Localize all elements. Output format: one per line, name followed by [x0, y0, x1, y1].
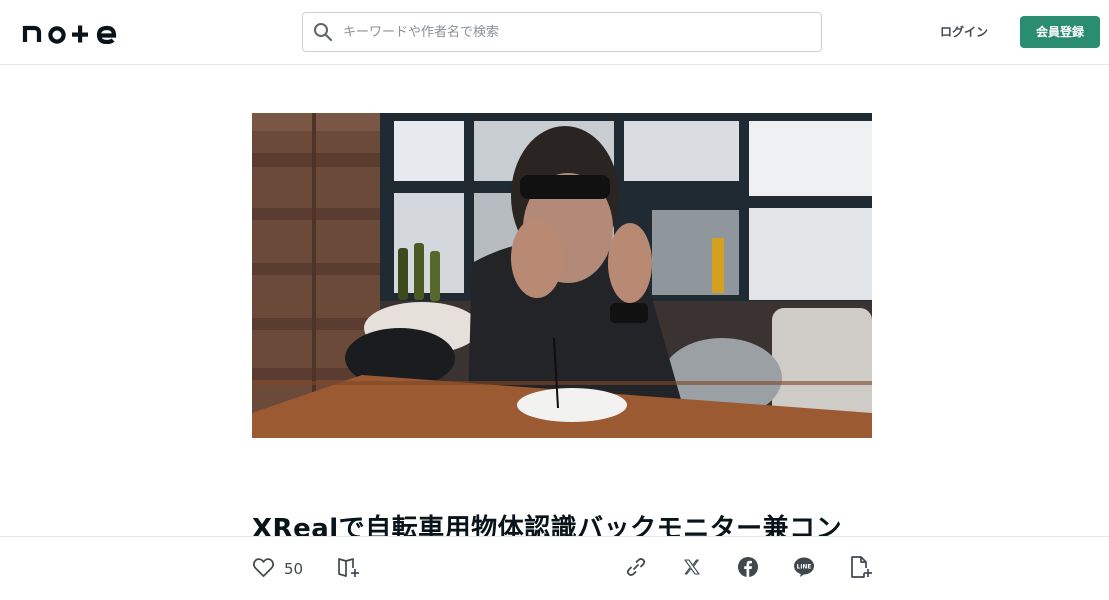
- magazine-add-icon: [337, 556, 361, 582]
- like-button[interactable]: 50: [252, 557, 303, 581]
- article-header-image: [252, 113, 872, 438]
- like-count: 50: [284, 560, 304, 578]
- facebook-icon: [737, 556, 759, 582]
- link-icon: [625, 556, 647, 582]
- note-logo-mark: [22, 25, 117, 44]
- site-header: ログイン 会員登録: [0, 0, 1109, 65]
- share-x-button[interactable]: [683, 557, 701, 581]
- line-icon: LINE: [793, 556, 815, 582]
- copy-link-button[interactable]: [625, 557, 647, 581]
- article-title-wrap: XRealで自転車用物体認識バックモニター兼コン: [252, 512, 872, 536]
- x-icon: [683, 558, 701, 580]
- search-box[interactable]: [302, 12, 822, 52]
- heart-icon: [252, 557, 275, 582]
- memo-add-button[interactable]: [850, 555, 872, 583]
- svg-text:LINE: LINE: [797, 564, 812, 570]
- search-input[interactable]: [343, 13, 813, 51]
- login-button[interactable]: ログイン: [930, 20, 998, 44]
- memo-add-icon: [850, 555, 872, 583]
- search-icon: [303, 12, 343, 52]
- note-logo[interactable]: [22, 18, 122, 46]
- add-to-magazine-button[interactable]: [337, 557, 361, 581]
- signup-button[interactable]: 会員登録: [1020, 16, 1100, 48]
- share-facebook-button[interactable]: [737, 557, 759, 581]
- article-action-bar: 50 LINE: [0, 536, 1109, 600]
- article-title: XRealで自転車用物体認識バックモニター兼コン: [252, 514, 843, 536]
- share-line-button[interactable]: LINE: [793, 557, 815, 581]
